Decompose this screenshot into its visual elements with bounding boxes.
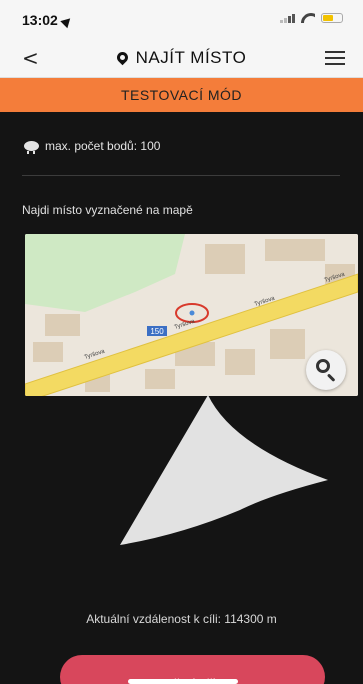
home-indicator xyxy=(128,679,238,684)
navigation-bar: < NAJÍT MÍSTO xyxy=(0,38,363,78)
status-bar: 13:02 xyxy=(0,0,363,38)
status-indicators xyxy=(280,13,343,23)
location-arrow-icon xyxy=(60,14,74,29)
divider xyxy=(22,175,340,176)
magnifier-icon[interactable] xyxy=(306,350,346,390)
status-time: 13:02 xyxy=(22,12,74,29)
status-time-text: 13:02 xyxy=(22,12,58,28)
direction-arrow-icon xyxy=(120,395,328,545)
max-points-row: max. počet bodů: 100 xyxy=(24,139,161,154)
hamburger-menu-icon[interactable] xyxy=(325,51,345,65)
page-title: NAJÍT MÍSTO xyxy=(0,48,363,68)
page-title-text: NAJÍT MÍSTO xyxy=(135,48,247,67)
test-mode-banner: TESTOVACÍ MÓD xyxy=(0,78,363,112)
piggy-bank-icon xyxy=(24,141,39,154)
wifi-icon xyxy=(301,13,315,23)
battery-icon xyxy=(321,13,343,23)
battery-level xyxy=(323,15,333,21)
map-pin-icon xyxy=(114,49,130,66)
distance-to-target: Aktuální vzdálenost k cíli: 114300 m xyxy=(86,612,277,626)
signal-icon xyxy=(280,13,295,23)
road-number-label: 150 xyxy=(150,327,164,336)
max-points-label: max. počet bodů: 100 xyxy=(45,139,161,153)
instruction-text: Najdi místo vyznačené na mapě xyxy=(22,203,193,217)
